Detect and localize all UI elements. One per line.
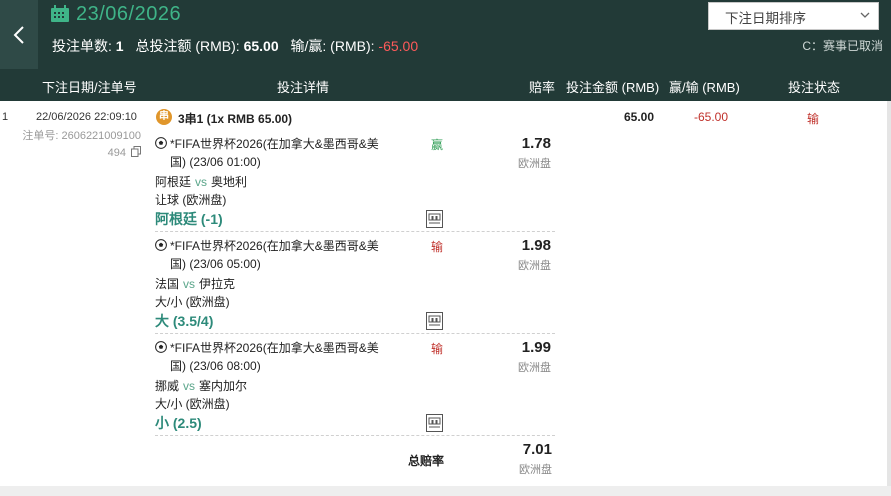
market-type: 让球 (欧洲盘) (155, 193, 227, 207)
winloss-label: 输/赢: (RMB): (290, 38, 375, 54)
total-odds-value: 7.01 (522, 441, 552, 458)
bet-summary: 投注单数: 1 总投注额 (RMB): 65.00 输/赢: (RMB): -6… (52, 36, 418, 56)
leg-divider (155, 435, 555, 436)
combo-badge-icon: 串 (156, 109, 172, 125)
football-icon (155, 341, 167, 353)
leg-result: 输 (431, 240, 444, 254)
bet-date: 22/06/2026 22:09:10 (36, 111, 137, 123)
leg-divider (155, 333, 555, 334)
table-header: 下注日期/注单号 投注详情 赔率 投注金额 (RMB) 赢/输 (RMB) 投注… (0, 69, 891, 101)
home-team: 挪威 (155, 379, 180, 393)
scrollbar[interactable] (887, 101, 891, 486)
copy-icon[interactable] (131, 146, 141, 157)
back-button[interactable] (0, 0, 38, 69)
dropdown-chevron-icon (860, 12, 870, 18)
col-status: 投注状态 (788, 80, 841, 95)
leg-result: 输 (431, 342, 444, 356)
leg-2: *FIFA世界杯2026(在加拿大&墨西哥&美国) (23/06 05:00) … (155, 237, 555, 337)
leg-1: *FIFA世界杯2026(在加拿大&墨西哥&美国) (23/06 01:00) … (155, 135, 555, 235)
bet-count-label: 投注单数: (52, 38, 112, 54)
bottom-scrollbar[interactable] (0, 486, 891, 496)
total-stake-label: 总投注额 (RMB): (135, 38, 240, 54)
selection: 阿根廷 (-1) (155, 211, 223, 227)
leg-odds-type: 欧洲盘 (518, 158, 551, 170)
selection: 大 (3.5/4) (155, 313, 214, 329)
stake-amount: 65.00 (624, 110, 655, 124)
leg-odds: 1.78 (521, 135, 551, 152)
col-stake: 投注金额 (RMB) (566, 80, 660, 95)
leg-odds-type: 欧洲盘 (518, 362, 551, 374)
stats-icon[interactable] (426, 414, 443, 432)
col-date-id: 下注日期/注单号 (42, 80, 137, 95)
match-teams: 阿根廷 vs 奥地利 (155, 173, 247, 190)
sort-dropdown[interactable]: 下注日期排序 (708, 2, 879, 30)
league-name: *FIFA世界杯2026(在加拿大&墨西哥&美国) (23/06 01:00) (170, 137, 379, 169)
total-odds-type: 欧洲盘 (519, 464, 552, 476)
bet-count-value: 1 (115, 38, 124, 54)
leg-result: 赢 (431, 138, 444, 152)
vs-label: vs (183, 277, 196, 291)
market-type: 大/小 (欧洲盘) (155, 295, 230, 309)
home-team: 阿根廷 (155, 175, 192, 189)
leg-odds: 1.99 (521, 339, 551, 356)
selection: 小 (2.5) (155, 415, 202, 431)
total-odds-label: 总赔率 (408, 454, 445, 468)
leg-odds-type: 欧洲盘 (518, 260, 551, 272)
header-bar: 23/06/2026 下注日期排序 投注单数: 1 总投注额 (RMB): 65… (0, 0, 891, 69)
winloss-amount: -65.00 (694, 110, 729, 124)
football-icon (155, 239, 167, 251)
home-team: 法国 (155, 277, 180, 291)
leg-3: *FIFA世界杯2026(在加拿大&墨西哥&美国) (23/06 08:00) … (155, 339, 555, 439)
away-team: 奥地利 (211, 175, 248, 189)
vs-label: vs (195, 175, 208, 189)
bet-status: 输 (807, 112, 820, 126)
stats-icon[interactable] (426, 210, 443, 228)
leg-divider (155, 231, 555, 232)
bet-id-value: 2606221009100494 (61, 130, 141, 159)
row-number: 1 (2, 111, 9, 123)
away-team: 伊拉克 (199, 277, 236, 291)
football-icon (155, 137, 167, 149)
market-type: 大/小 (欧洲盘) (155, 397, 230, 411)
col-winloss: 赢/输 (RMB) (669, 80, 740, 95)
winloss-value: -65.00 (378, 38, 419, 54)
away-team: 塞内加尔 (199, 379, 248, 393)
back-chevron-icon (13, 25, 24, 44)
leg-odds: 1.98 (521, 237, 551, 254)
sort-dropdown-label: 下注日期排序 (725, 11, 806, 26)
date-title[interactable]: 23/06/2026 (76, 3, 181, 26)
league-name: *FIFA世界杯2026(在加拿大&墨西哥&美国) (23/06 05:00) (170, 239, 379, 271)
bet-id: 注单号: 2606221009100494 (18, 128, 141, 162)
total-stake-value: 65.00 (243, 38, 279, 54)
cancelled-note: C：赛事已取消 (802, 39, 883, 53)
col-details: 投注详情 (277, 80, 330, 95)
vs-label: vs (183, 379, 196, 393)
match-teams: 挪威 vs 塞内加尔 (155, 377, 247, 394)
calendar-icon[interactable] (50, 5, 70, 23)
stats-icon[interactable] (426, 312, 443, 330)
league-name: *FIFA世界杯2026(在加拿大&墨西哥&美国) (23/06 08:00) (170, 341, 379, 373)
bet-id-label: 注单号: (22, 130, 59, 142)
match-teams: 法国 vs 伊拉克 (155, 275, 235, 292)
col-odds: 赔率 (529, 80, 556, 95)
combo-label: 3串1 (1x RMB 65.00) (178, 112, 293, 126)
